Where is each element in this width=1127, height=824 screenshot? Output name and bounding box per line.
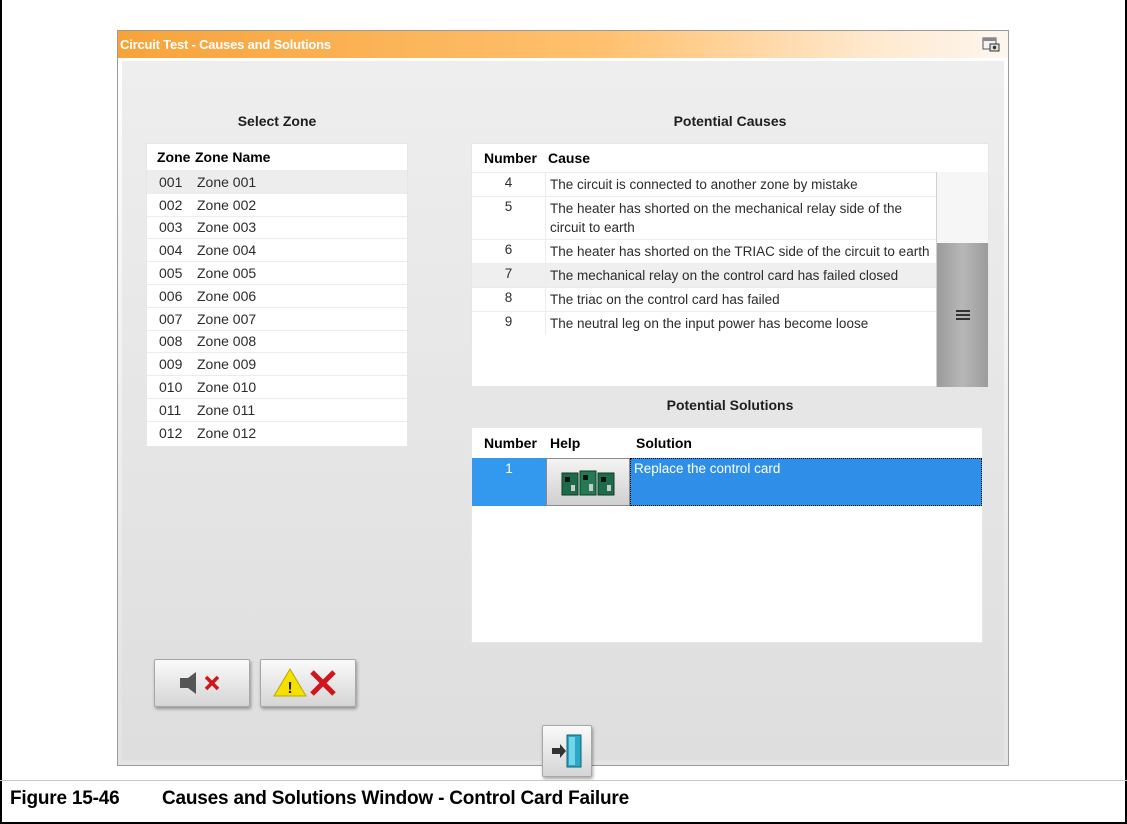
speaker-mute-icon (180, 672, 220, 694)
svg-text:!: ! (287, 680, 292, 697)
zone-table: Zone Zone Name 001 Zone 001 002 Zone 002 003… (146, 143, 408, 447)
zone-name: Zone 002 (197, 196, 257, 213)
zone-number: 009 (159, 356, 183, 373)
zone-name-column-header: Zone Name (195, 149, 271, 165)
zone-row[interactable]: 003 Zone 003 (147, 215, 407, 239)
zone-number: 005 (159, 265, 183, 282)
zone-row[interactable]: 011 Zone 011 (147, 397, 407, 421)
zone-name: Zone 004 (197, 242, 257, 259)
caption-divider (0, 780, 1127, 781)
help-column-header: Help (550, 435, 581, 451)
causes-scrollbar[interactable] (936, 172, 988, 387)
cause-number: 7 (472, 264, 546, 287)
zone-number: 001 (159, 173, 183, 190)
figure-caption-text: Causes and Solutions Window - Control Ca… (162, 788, 629, 809)
cause-row[interactable]: 9 The neutral leg on the input power has … (472, 311, 936, 335)
title-bar[interactable]: Circuit Test - Causes and Solutions (118, 31, 1008, 59)
cause-text: The heater has shorted on the TRIAC side… (550, 244, 930, 259)
zone-column-header: Zone (157, 149, 191, 165)
zone-name: Zone 012 (197, 424, 257, 441)
potential-causes-heading: Potential Causes (673, 113, 787, 129)
cause-text: The neutral leg on the input power has b… (550, 316, 869, 331)
zone-name: Zone 010 (197, 379, 257, 396)
number-column-header: Number (484, 150, 537, 166)
cause-column-header: Cause (548, 150, 591, 166)
exit-door-icon (552, 734, 582, 768)
cause-text: The mechanical relay on the control card… (550, 268, 899, 283)
select-zone-heading: Select Zone (237, 113, 317, 129)
solution-text: Replace the control card (630, 458, 982, 506)
figure-number: Figure 15-46 (10, 788, 120, 809)
causes-table: Number Cause 4 The circuit is connected t… (471, 143, 989, 387)
zone-name: Zone 011 (197, 401, 256, 418)
zone-number: 008 (159, 333, 183, 350)
zone-name: Zone 005 (197, 265, 257, 282)
causes-solutions-window: Circuit Test - Causes and Solutions Sele… (117, 30, 1009, 777)
figure-caption: Figure 15-46 Causes and Solutions Window … (10, 788, 629, 810)
solutions-table-header: Number Help Solution (472, 428, 982, 458)
zone-name: Zone 006 (197, 287, 257, 304)
zone-row[interactable]: 007 Zone 007 (147, 306, 407, 330)
zone-name: Zone 007 (197, 310, 257, 327)
cause-row[interactable]: 7 The mechanical relay on the control car… (472, 263, 936, 287)
zone-number: 012 (159, 424, 183, 441)
zone-number: 002 (159, 196, 183, 213)
window-options-icon[interactable] (982, 36, 1000, 52)
cause-text: The circuit is connected to another zone… (550, 177, 858, 192)
cause-number: 4 (472, 173, 546, 196)
cause-number: 8 (472, 288, 546, 311)
window-body: Select Zone Zone Zone Name 001 Zone 001 00… (122, 61, 1004, 777)
cause-number: 5 (472, 197, 546, 239)
zone-number: 003 (159, 219, 183, 236)
exit-button[interactable] (542, 725, 592, 777)
solutions-table: Number Help Solution 1 Replace the contr… (471, 427, 983, 643)
reset-alarm-button[interactable]: ! (260, 659, 356, 707)
control-card-help-button[interactable] (546, 458, 630, 506)
zone-row[interactable]: 004 Zone 004 (147, 238, 407, 261)
number-column-header: Number (484, 435, 537, 451)
zone-row[interactable]: 006 Zone 006 (147, 283, 407, 307)
causes-table-header: Number Cause (472, 144, 988, 172)
cause-row[interactable]: 8 The triac on the control card has faile… (472, 287, 936, 311)
cause-number: 6 (472, 240, 546, 263)
scrollbar-thumb[interactable] (937, 243, 988, 387)
cause-text: The heater has shorted on the mechanical… (550, 201, 902, 235)
potential-solutions-heading: Potential Solutions (666, 397, 794, 413)
window-title: Circuit Test - Causes and Solutions (120, 37, 331, 52)
zone-row[interactable]: 002 Zone 002 (147, 192, 407, 216)
zone-row[interactable]: 009 Zone 009 (147, 352, 407, 375)
zone-row[interactable]: 012 Zone 012 (147, 420, 407, 444)
solution-column-header: Solution (636, 435, 692, 451)
zone-number: 007 (159, 310, 183, 327)
zone-row[interactable]: 001 Zone 001 (147, 170, 407, 193)
cause-text: The triac on the control card has failed (550, 292, 780, 307)
zone-number: 010 (159, 379, 183, 396)
zone-name: Zone 008 (197, 333, 257, 350)
zone-number: 011 (159, 401, 182, 418)
zone-table-header: Zone Zone Name (147, 144, 407, 170)
cause-number: 9 (472, 312, 546, 335)
cause-row[interactable]: 5 The heater has shorted on the mechanica… (472, 196, 936, 239)
zone-row[interactable]: 005 Zone 005 (147, 261, 407, 284)
zone-number: 006 (159, 287, 183, 304)
zone-name: Zone 001 (197, 173, 257, 190)
mute-alarm-button[interactable] (154, 659, 250, 707)
zone-row[interactable]: 008 Zone 008 (147, 329, 407, 353)
control-card-icon (561, 470, 615, 496)
zone-number: 004 (159, 242, 183, 259)
cause-row[interactable]: 6 The heater has shorted on the TRIAC sid… (472, 239, 936, 263)
warning-clear-icon: ! (273, 668, 336, 697)
zone-name: Zone 003 (197, 219, 257, 236)
grip-lines-icon (955, 310, 970, 320)
solution-number: 1 (472, 458, 546, 506)
zone-name: Zone 009 (197, 356, 257, 373)
zone-row[interactable]: 010 Zone 010 (147, 375, 407, 398)
solution-row[interactable]: 1 Replace the control card (472, 458, 982, 506)
cause-row[interactable]: 4 The circuit is connected to another zon… (472, 172, 936, 196)
